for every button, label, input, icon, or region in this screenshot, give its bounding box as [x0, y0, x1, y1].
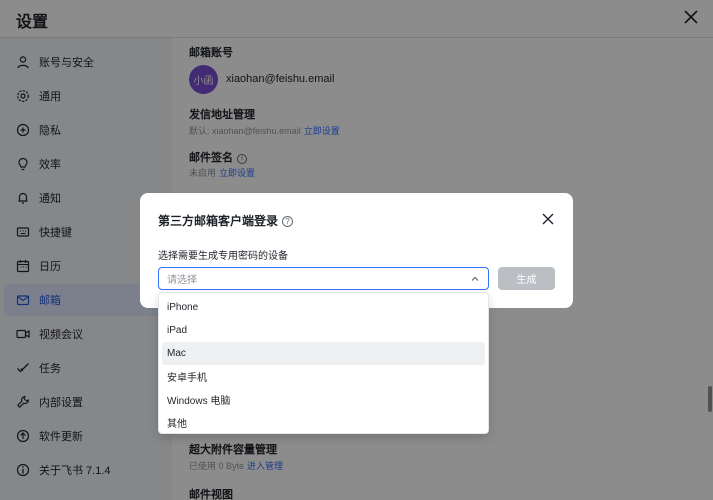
- third-party-client-dialog: 第三方邮箱客户端登录? 选择需要生成专用密码的设备 请选择 生成: [140, 193, 573, 308]
- device-option-windows[interactable]: Windows 电脑: [162, 388, 485, 411]
- device-option-mac[interactable]: Mac: [162, 342, 485, 365]
- dialog-close-icon[interactable]: [541, 212, 555, 226]
- device-select-placeholder: 请选择: [167, 275, 197, 286]
- help-icon[interactable]: ?: [282, 216, 294, 227]
- chevron-up-icon: [471, 276, 479, 281]
- device-dropdown-menu: iPhone iPad Mac 安卓手机 Windows 电脑 其他: [158, 292, 489, 434]
- device-select[interactable]: 请选择: [158, 267, 489, 290]
- device-option-ipad[interactable]: iPad: [162, 319, 485, 342]
- generate-button[interactable]: 生成: [498, 267, 555, 290]
- device-option-other[interactable]: 其他: [162, 411, 485, 434]
- device-option-android[interactable]: 安卓手机: [162, 365, 485, 388]
- device-option-iphone[interactable]: iPhone: [162, 296, 485, 319]
- device-select-label: 选择需要生成专用密码的设备: [158, 251, 288, 262]
- dialog-title: 第三方邮箱客户端登录: [158, 214, 279, 228]
- dialog-title-row: 第三方邮箱客户端登录?: [158, 212, 294, 229]
